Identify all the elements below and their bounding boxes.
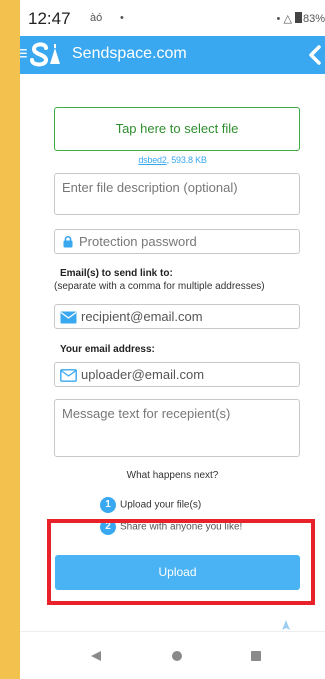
next-step-item: 2 Share with anyone you like! — [100, 519, 242, 535]
password-input[interactable]: Protection password — [54, 229, 300, 254]
nav-home-icon[interactable] — [172, 651, 182, 661]
description-input[interactable]: Enter file description (optional) — [54, 173, 300, 215]
hamburger-icon[interactable]: ≡ — [20, 44, 28, 64]
step-number: 1 — [100, 497, 116, 513]
recipient-label: Email(s) to send link to: — [60, 268, 173, 279]
envelope-outline-icon — [60, 369, 77, 382]
recipient-hint: (separate with a comma for multiple addr… — [54, 281, 265, 292]
sender-email-input[interactable]: uploader@email.com — [54, 362, 300, 387]
battery-icon — [294, 12, 302, 23]
recipient-email-input[interactable]: recipient@email.com — [54, 304, 300, 329]
upload-form: Tap here to select file dsbed2, 593.8 KB… — [20, 74, 325, 636]
upload-button[interactable]: Upload — [55, 555, 300, 590]
signal-icons: • △ — [276, 13, 292, 25]
status-bar: 12:47 àó • • △ 83% — [20, 0, 325, 36]
lock-icon — [63, 235, 73, 248]
next-steps-heading: What happens next? — [126, 470, 219, 481]
chevron-left-icon[interactable] — [305, 43, 323, 67]
status-indicators: • △ 83% — [277, 12, 325, 25]
app-title: Sendspace.com — [72, 45, 187, 62]
file-name[interactable]: dsbed2 — [138, 155, 167, 165]
sender-label: Your email address: — [60, 344, 155, 355]
selected-file-info: dsbed2, 593.8 KB — [20, 155, 325, 165]
status-time: 12:47 — [28, 9, 71, 28]
file-size: , 593.8 KB — [166, 155, 207, 165]
message-input[interactable]: Message text for recepient(s) — [54, 399, 300, 457]
envelope-filled-icon — [60, 311, 77, 324]
phone-screen: 12:47 àó • • △ 83% ≡ Sendspace.com Tap h… — [20, 0, 325, 679]
password-placeholder: Protection password — [79, 234, 197, 249]
sendspace-logo-icon[interactable] — [28, 40, 64, 70]
select-file-button[interactable]: Tap here to select file — [54, 107, 300, 151]
status-app-icons: àó — [90, 12, 103, 24]
nav-recents-icon[interactable] — [251, 651, 261, 661]
battery-level: 83% — [302, 13, 325, 25]
recipient-email-value: recipient@email.com — [81, 309, 203, 324]
nav-back-icon[interactable] — [90, 650, 102, 662]
status-dot: • — [120, 12, 124, 24]
system-nav-bar — [20, 631, 325, 679]
step-text: Upload your file(s) — [120, 499, 202, 511]
sender-email-value: uploader@email.com — [81, 367, 205, 382]
next-step-item: 1 Upload your file(s) — [100, 497, 201, 513]
step-text: Share with anyone you like! — [120, 521, 243, 533]
step-number: 2 — [100, 519, 116, 535]
app-bar: ≡ Sendspace.com — [20, 36, 325, 74]
